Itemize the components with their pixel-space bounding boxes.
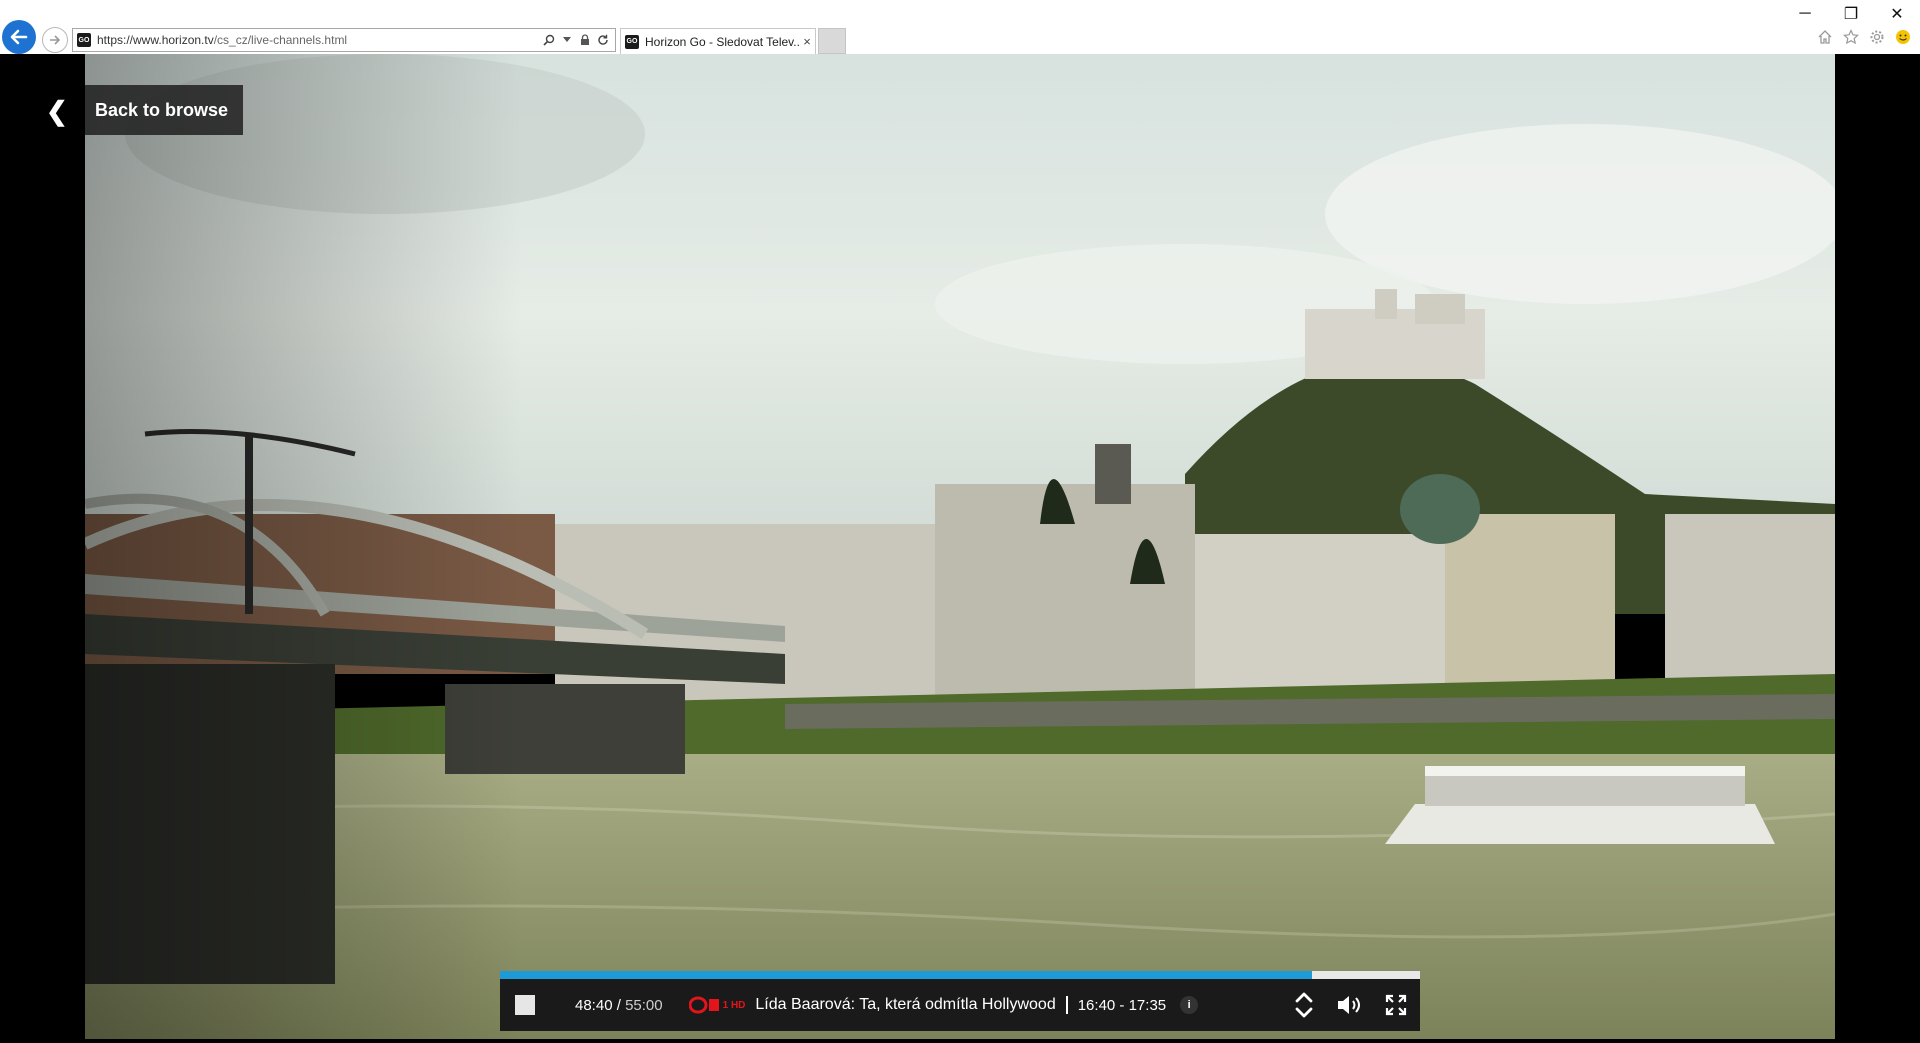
back-chevron-icon[interactable]: ❮ xyxy=(46,96,68,127)
forward-arrow-icon xyxy=(50,35,61,45)
browser-chrome: GO https://www.horizon.tv/cs_cz/live-cha… xyxy=(0,0,1920,54)
star-icon[interactable] xyxy=(1842,28,1860,46)
total-duration: 55:00 xyxy=(625,996,663,1014)
minimize-button[interactable]: ─ xyxy=(1782,0,1828,28)
back-to-browse-button[interactable]: Back to browse xyxy=(85,85,244,135)
url-text[interactable]: https://www.horizon.tv/cs_cz/live-channe… xyxy=(97,33,543,47)
lock-icon[interactable] xyxy=(579,33,591,47)
time-display: 48:40 / 55:00 xyxy=(575,997,663,1014)
browser-tab[interactable]: GO Horizon Go - Sledovat Telev... × xyxy=(620,28,816,54)
player-controls: 48:40 / 55:00 1 HD Lída Baarová: Ta, kte… xyxy=(500,971,1420,1031)
dropdown-icon[interactable] xyxy=(561,33,573,47)
program-timeslot: 16:40 - 17:35 xyxy=(1077,996,1167,1014)
new-tab-button[interactable] xyxy=(818,28,846,54)
back-button[interactable] xyxy=(2,20,36,54)
elapsed-time: 48:40 xyxy=(575,996,613,1014)
video-frame[interactable] xyxy=(85,54,1835,1039)
close-window-button[interactable]: ✕ xyxy=(1874,0,1920,28)
channel-switch-icon[interactable] xyxy=(1290,991,1318,1019)
video-scene xyxy=(85,54,1835,1039)
forward-button[interactable] xyxy=(42,27,68,53)
gear-icon[interactable] xyxy=(1868,28,1886,46)
player-stage: ❮ Back to browse 48:40 / 55:00 1 HD Lída… xyxy=(0,54,1920,1043)
smiley-icon[interactable] xyxy=(1894,28,1912,46)
time-separator: / xyxy=(612,996,626,1014)
search-icon[interactable] xyxy=(543,33,555,47)
window-controls: ─ ❐ ✕ xyxy=(1782,0,1920,28)
volume-icon[interactable] xyxy=(1336,991,1364,1019)
url-path: /cs_cz/live-channels.html xyxy=(213,33,348,47)
tab-title: Horizon Go - Sledovat Telev... xyxy=(645,34,799,49)
url-host: https://www.horizon.tv xyxy=(97,33,214,47)
program-title: Lída Baarová: Ta, která odmítla Hollywoo… xyxy=(755,996,1056,1013)
tab-favicon: GO xyxy=(625,34,639,49)
progress-fill xyxy=(500,971,1312,979)
stop-button[interactable] xyxy=(515,995,535,1015)
refresh-icon[interactable] xyxy=(597,33,609,47)
channel-label: 1 HD xyxy=(722,999,746,1011)
browser-toolbar xyxy=(1816,28,1912,46)
home-icon[interactable] xyxy=(1816,28,1834,46)
progress-bar[interactable] xyxy=(500,971,1420,979)
back-to-browse-label: Back to browse xyxy=(95,99,229,120)
address-bar[interactable]: GO https://www.horizon.tv/cs_cz/live-cha… xyxy=(72,28,616,52)
channel-logo: 1 HD xyxy=(688,996,746,1014)
site-favicon: GO xyxy=(77,33,91,47)
fullscreen-icon[interactable] xyxy=(1382,991,1410,1019)
tab-close-icon[interactable]: × xyxy=(799,34,815,49)
info-button[interactable]: i xyxy=(1180,996,1199,1014)
restore-button[interactable]: ❐ xyxy=(1828,0,1874,28)
back-arrow-icon xyxy=(10,29,28,45)
title-divider xyxy=(1065,996,1068,1014)
